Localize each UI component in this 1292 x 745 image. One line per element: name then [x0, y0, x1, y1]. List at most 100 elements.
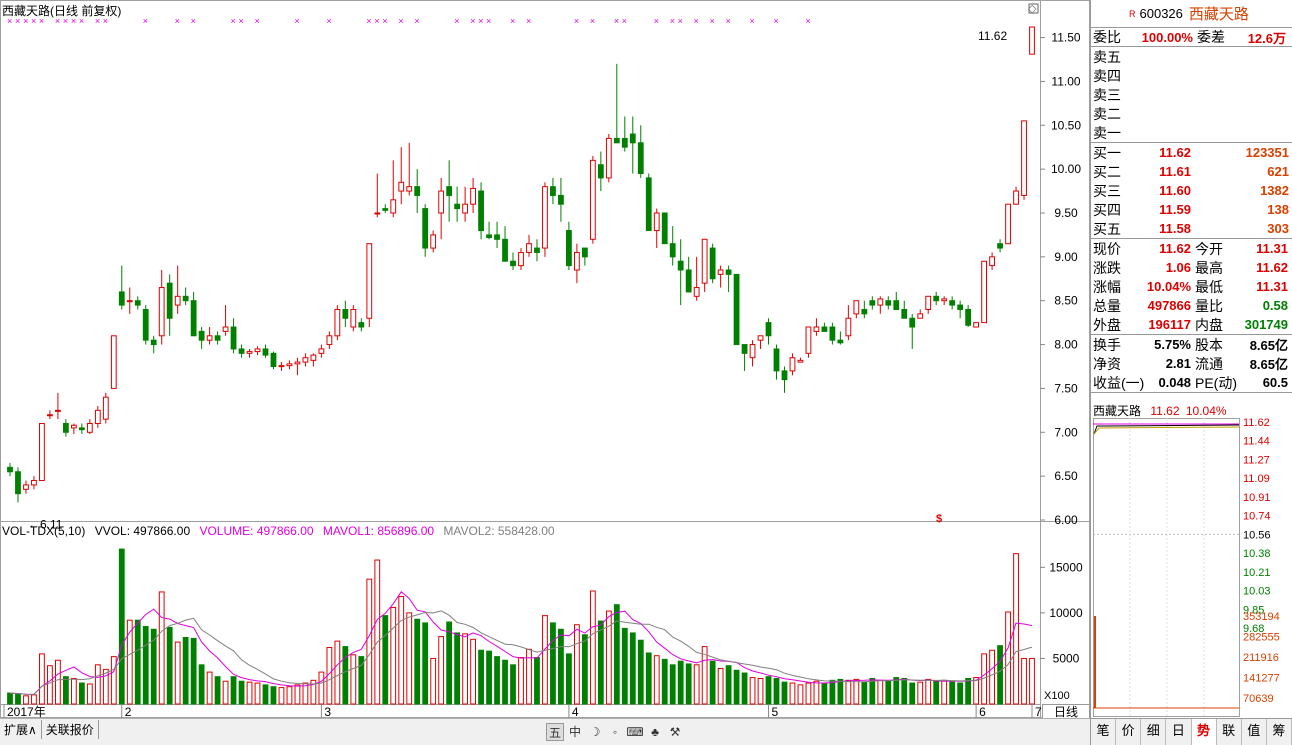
weibi-row: 委比 100.00% 委差 12.6万 [1091, 28, 1292, 47]
candle [126, 287, 133, 314]
volume-bar [869, 677, 876, 705]
keyboard-icon[interactable]: ⌨ [626, 723, 644, 741]
candle [1005, 203, 1011, 245]
candle [230, 318, 237, 354]
stat-row-4-label2: 内盘 [1195, 316, 1223, 333]
date-label: 3 [324, 705, 331, 718]
candle [717, 265, 724, 288]
volume-bar [949, 681, 956, 705]
stat-row-3-label2: 量比 [1195, 297, 1223, 314]
stat-row-2: 涨幅 10.04% 最低 11.31 [1091, 277, 1292, 296]
chinese-input-icon[interactable]: 中 [566, 723, 584, 741]
candle [142, 305, 149, 345]
candle [518, 248, 524, 270]
volume-bar [62, 676, 69, 705]
volume-bar [366, 578, 373, 705]
stat-row-1-value2: 11.62 [1256, 260, 1288, 275]
user-icon[interactable]: ♣ [646, 723, 664, 741]
right-tab-6[interactable]: 值 [1242, 719, 1267, 745]
candle [621, 116, 628, 152]
volume-bar [613, 604, 620, 705]
stock-name[interactable]: 西藏天路 [1189, 3, 1249, 24]
sell-row-1-label: 卖一 [1093, 124, 1121, 141]
signal-marker: × [454, 16, 459, 26]
related-quote-tab[interactable]: 关联报价 [41, 720, 99, 739]
volume-bar [222, 680, 229, 705]
candle [446, 160, 453, 222]
buy-row-4-price: 11.59 [1159, 202, 1191, 217]
right-tab-3[interactable]: 日 [1166, 719, 1192, 745]
mini-vol-tick: 353194 [1243, 611, 1280, 623]
intraday-chart[interactable]: 11.62 11.44 11.27 11.09 10.91 10.74 10.56 10.38… [1091, 418, 1292, 718]
weibi-label: 委比 [1093, 29, 1121, 45]
kline-svg[interactable]: 11.50 11.00 10.50 10.00 9.50 9.00 8.50 8.00 7.50… [0, 0, 1090, 718]
volume-bar [757, 677, 764, 705]
candle [382, 204, 389, 213]
candle [278, 362, 285, 371]
signal-marker: × [710, 16, 715, 26]
right-tab-0[interactable]: 笔 [1091, 719, 1117, 745]
date-label: 7 [1035, 705, 1042, 718]
candle [837, 331, 844, 345]
signal-marker: × [191, 16, 196, 26]
mavol1-value: MAVOL1: 856896.00 [322, 524, 435, 538]
candle [629, 116, 636, 174]
volume-bar [118, 548, 125, 705]
date-label: 6 [979, 705, 986, 718]
sell-row-4-label: 卖四 [1093, 67, 1121, 84]
candle [829, 322, 836, 345]
candle [39, 423, 45, 482]
buy-row-3-volume: 1382 [1260, 183, 1289, 198]
stats: 现价 11.62 今开 11.31 涨跌 1.06 最高 11.62 涨幅 10.04% 最低 11.… [1091, 239, 1292, 335]
mini-pct: 10.04% [1185, 404, 1227, 418]
dot-icon[interactable]: ◦ [606, 723, 624, 741]
five-icon[interactable]: 五 [546, 723, 564, 741]
volume-bar [270, 686, 277, 705]
vol-tick-label: 10000 [1049, 606, 1083, 620]
volume-bar [134, 619, 141, 705]
candle [597, 151, 604, 192]
candle [214, 331, 221, 345]
price-tick-label: 7.50 [1054, 381, 1078, 395]
right-tab-1[interactable]: 价 [1116, 719, 1142, 745]
candle [957, 300, 964, 319]
volume-bar [1029, 657, 1035, 705]
candle [613, 63, 620, 144]
candle [573, 243, 580, 284]
tool-icon[interactable]: ⚒ [666, 723, 684, 741]
candle [110, 335, 117, 389]
volume-bar [294, 684, 301, 705]
signal-marker: × [414, 16, 419, 26]
candle [581, 247, 588, 266]
candle [342, 300, 349, 328]
stat-row-2-label2: 最低 [1195, 278, 1223, 295]
volume-bar [637, 639, 644, 705]
right-tabs: 笔价细日势联值筹 [1091, 718, 1292, 745]
candle [941, 296, 948, 306]
right-tab-7[interactable]: 筹 [1267, 719, 1292, 745]
vol-unit-label: X100 [1044, 690, 1070, 702]
candle [741, 344, 748, 371]
right-tab-4[interactable]: 势 [1191, 719, 1217, 745]
vol-indicator-name[interactable]: VOL-TDX(5,10) [2, 524, 85, 538]
bottom-tabs: 扩展∧ 关联报价 [0, 720, 99, 739]
moon-icon[interactable]: ☽ [586, 723, 604, 741]
volume-bar [909, 682, 916, 705]
right-tab-2[interactable]: 细 [1141, 719, 1167, 745]
candle [1013, 186, 1019, 205]
volume-bar [1021, 657, 1027, 705]
volume-bar [550, 622, 556, 705]
candle [669, 226, 676, 266]
candle [198, 327, 205, 349]
volume-bar [438, 636, 445, 705]
kline-chart-area[interactable]: 11.50 11.00 10.50 10.00 9.50 9.00 8.50 8.00 7.50… [0, 0, 1090, 745]
dividend-icon: $ [936, 513, 942, 525]
expand-tab[interactable]: 扩展∧ [0, 720, 42, 739]
fund-row-1-value1: 2.81 [1165, 356, 1191, 371]
stat-row-0: 现价 11.62 今开 11.31 [1091, 239, 1292, 258]
stat-row-4: 外盘 196117 内盘 301749 [1091, 315, 1292, 334]
right-tab-5[interactable]: 联 [1217, 719, 1242, 745]
price-tick-label: 8.00 [1054, 338, 1078, 352]
price-tick-label: 6.00 [1054, 513, 1078, 527]
sell-row-3: 卖三 [1091, 85, 1292, 104]
